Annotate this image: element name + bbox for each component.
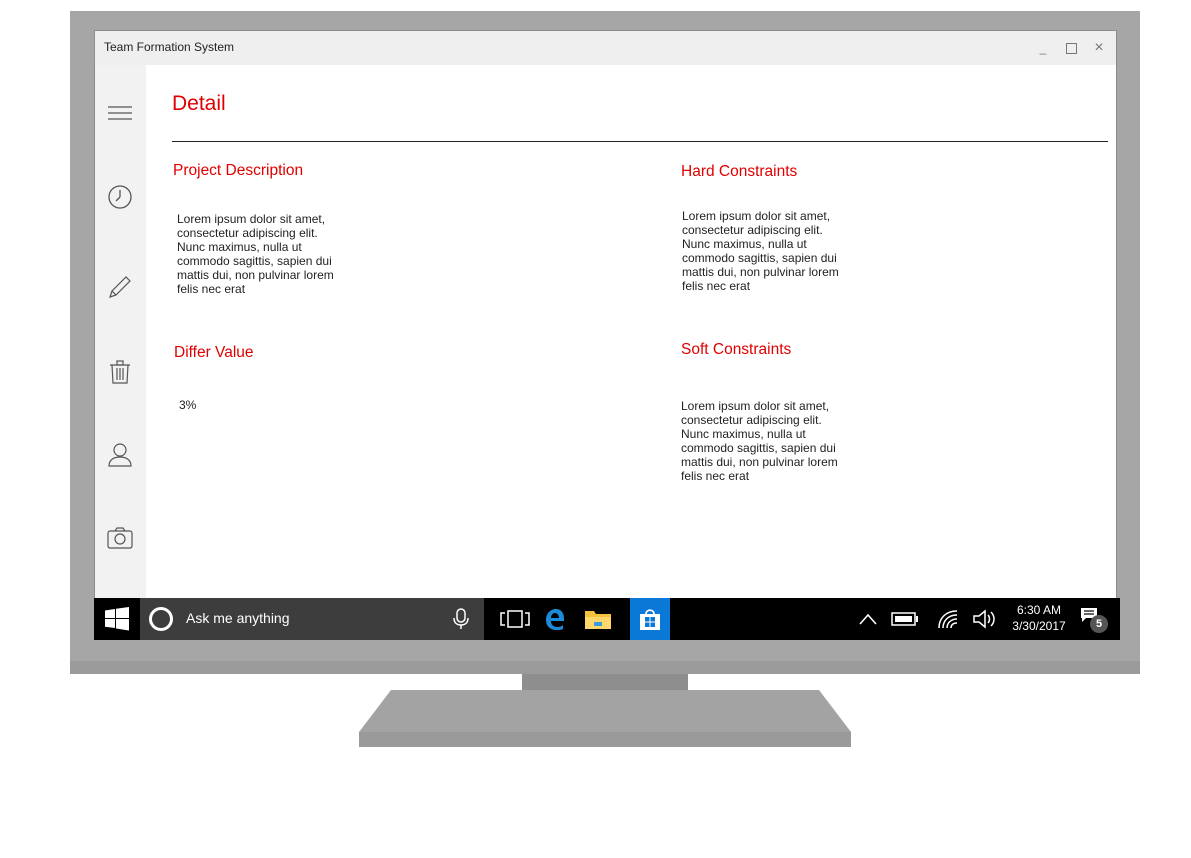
cortana-icon[interactable]: [149, 607, 173, 631]
close-button[interactable]: ×: [1088, 37, 1110, 59]
title-divider: [172, 141, 1108, 142]
title-bar[interactable]: Team Formation System _ ×: [95, 31, 1116, 65]
store-icon[interactable]: [630, 598, 670, 640]
text-line: Nunc maximus, nulla ut: [177, 240, 302, 254]
text-line: felis nec erat: [682, 279, 751, 293]
differ-value: 3%: [179, 398, 197, 412]
camera-icon[interactable]: [107, 525, 133, 551]
notification-count-badge: 5: [1090, 615, 1108, 633]
monitor-stand-base-edge: [359, 732, 851, 747]
soft-constraints-text: Lorem ipsum dolor sit amet, consectetur …: [681, 399, 866, 483]
search-box[interactable]: Ask me anything: [140, 598, 484, 640]
text-line: felis nec erat: [681, 469, 750, 483]
system-clock[interactable]: 6:30 AM 3/30/2017: [1006, 602, 1072, 634]
text-line: consectetur adipiscing elit.: [682, 223, 823, 237]
maximize-button[interactable]: [1060, 37, 1082, 59]
text-line: consectetur adipiscing elit.: [681, 413, 822, 427]
soft-constraints-heading: Soft Constraints: [681, 341, 792, 358]
text-line: commodo sagittis, sapien dui: [681, 441, 836, 455]
sidebar: [95, 65, 146, 639]
search-placeholder: Ask me anything: [186, 610, 290, 626]
clock-time: 6:30 AM: [1016, 603, 1062, 617]
detail-content: Detail Project Description Lorem ipsum d…: [146, 65, 1116, 639]
clock-icon[interactable]: [107, 184, 133, 210]
battery-icon[interactable]: [891, 607, 919, 631]
text-line: felis nec erat: [177, 282, 246, 296]
text-line: mattis dui, non pulvinar lorem: [682, 265, 839, 279]
app-window: Team Formation System _ × Detail Project…: [94, 30, 1117, 640]
text-line: commodo sagittis, sapien dui: [177, 254, 332, 268]
text-line: Nunc maximus, nulla ut: [681, 427, 806, 441]
text-line: Lorem ipsum dolor sit amet,: [682, 209, 831, 223]
windows-logo-icon: [105, 607, 129, 631]
monitor-stand-base: [359, 690, 851, 732]
file-explorer-icon[interactable]: [578, 598, 618, 640]
edge-icon[interactable]: [535, 598, 575, 640]
user-icon[interactable]: [107, 442, 133, 468]
project-description-heading: Project Description: [173, 162, 304, 179]
text-line: Lorem ipsum dolor sit amet,: [681, 399, 830, 413]
clock-date: 3/30/2017: [1012, 619, 1066, 633]
text-line: mattis dui, non pulvinar lorem: [177, 268, 334, 282]
start-button[interactable]: [94, 598, 140, 640]
task-view-icon[interactable]: [495, 598, 535, 640]
hard-constraints-heading: Hard Constraints: [681, 163, 798, 180]
volume-icon[interactable]: [973, 607, 999, 631]
text-line: commodo sagittis, sapien dui: [682, 251, 837, 265]
action-center-button[interactable]: 5: [1080, 607, 1110, 633]
project-description-text: Lorem ipsum dolor sit amet, consectetur …: [177, 212, 362, 296]
taskbar: Ask me anything 6:30 AM 3/30/2017 5: [94, 598, 1120, 640]
pencil-icon[interactable]: [107, 274, 133, 300]
microphone-icon[interactable]: [452, 608, 470, 630]
chevron-up-icon[interactable]: [859, 607, 877, 631]
differ-value-heading: Differ Value: [174, 344, 254, 361]
monitor-bezel-bottom: [70, 661, 1140, 674]
window-title: Team Formation System: [104, 40, 235, 54]
maximize-icon: [1065, 42, 1077, 54]
wifi-icon[interactable]: [937, 607, 959, 631]
text-line: consectetur adipiscing elit.: [177, 226, 318, 240]
trash-icon[interactable]: [107, 359, 133, 385]
page-title: Detail: [172, 92, 226, 115]
text-line: Lorem ipsum dolor sit amet,: [177, 212, 326, 226]
text-line: Nunc maximus, nulla ut: [682, 237, 807, 251]
minimize-button[interactable]: _: [1032, 37, 1054, 59]
hard-constraints-text: Lorem ipsum dolor sit amet, consectetur …: [682, 209, 867, 293]
text-line: mattis dui, non pulvinar lorem: [681, 455, 838, 469]
hamburger-menu-icon[interactable]: [107, 101, 133, 127]
